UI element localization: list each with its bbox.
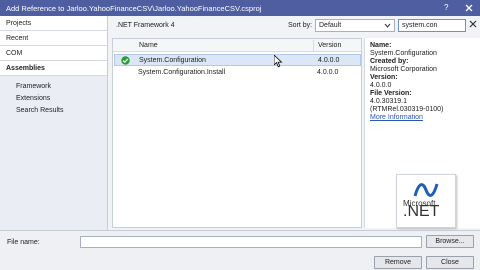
main-panel: .NET Framework 4 Sort by: Default system… xyxy=(108,16,480,230)
sort-by-label: Sort by: xyxy=(288,22,313,29)
assembly-version: 4.0.0.0 xyxy=(318,57,340,64)
help-button[interactable]: ? xyxy=(444,3,448,12)
file-name-input[interactable] xyxy=(80,236,422,248)
sidebar-item-recent[interactable]: Recent xyxy=(0,31,107,46)
mouse-cursor-icon xyxy=(274,55,283,68)
dotnet-wave-icon xyxy=(413,183,439,197)
file-version-build: (RTMRel.030319-0100) xyxy=(370,106,444,113)
sort-by-dropdown[interactable]: Default xyxy=(315,19,395,32)
more-information-link[interactable]: More Information xyxy=(370,114,480,122)
category-sidebar: Projects Recent COM Assemblies Framework… xyxy=(0,16,108,230)
name-value: System.Configuration xyxy=(370,50,437,57)
logo-product: .NET xyxy=(403,203,440,220)
search-input-value: system.con xyxy=(402,22,438,29)
sidebar-subitem-framework[interactable]: Framework xyxy=(16,83,51,90)
assembly-name: System.Configuration xyxy=(139,57,206,64)
file-version-label: File Version: xyxy=(370,90,412,97)
version-label: Version: xyxy=(370,74,398,81)
details-pane: Name: System.Configuration Created by: M… xyxy=(364,38,480,228)
title-bar: Add Reference to Jarloo.YahooFinanceCSV\… xyxy=(0,0,480,16)
sort-by-value: Default xyxy=(319,22,342,29)
assembly-version: 4.0.0.0 xyxy=(317,69,339,76)
name-label: Name: xyxy=(370,42,392,49)
sidebar-item-com[interactable]: COM xyxy=(0,46,107,61)
browse-button[interactable]: Browse... xyxy=(426,235,474,248)
assembly-name: System.Configuration.Install xyxy=(138,69,226,76)
clear-search-icon[interactable] xyxy=(469,20,477,28)
file-name-label: File name: xyxy=(7,239,40,246)
close-icon[interactable] xyxy=(463,2,475,14)
sidebar-subitem-extensions[interactable]: Extensions xyxy=(16,95,50,102)
file-version-value: 4.0.30319.1 xyxy=(370,98,407,105)
chevron-down-icon xyxy=(384,23,391,28)
dotnet-logo: Microsoft .NET xyxy=(396,174,456,228)
checked-icon[interactable] xyxy=(121,56,130,65)
version-value: 4.0.0.0 xyxy=(370,82,392,89)
table-row[interactable]: System.Configuration.Install 4.0.0.0 xyxy=(114,67,361,79)
framework-label: .NET Framework 4 xyxy=(116,22,175,29)
window-title: Add Reference to Jarloo.YahooFinanceCSV\… xyxy=(6,4,262,13)
created-by-label: Created by: xyxy=(370,58,409,65)
column-header-name[interactable]: Name xyxy=(139,42,158,49)
close-button[interactable]: Close xyxy=(426,256,474,269)
created-by-value: Microsoft Corporation xyxy=(370,66,437,73)
column-header-version[interactable]: Version xyxy=(318,42,341,49)
footer: File name: Browse... Remove Close xyxy=(0,230,480,270)
sidebar-subitem-search-results[interactable]: Search Results xyxy=(16,107,63,114)
sidebar-item-projects[interactable]: Projects xyxy=(0,16,107,31)
column-header-row: Name Version xyxy=(113,39,361,52)
column-divider xyxy=(313,40,314,51)
remove-button[interactable]: Remove xyxy=(374,256,422,269)
search-input[interactable]: system.con xyxy=(398,19,466,32)
assembly-list: Name Version System.Configuration 4.0.0.… xyxy=(112,38,362,228)
table-row[interactable]: System.Configuration 4.0.0.0 xyxy=(114,54,361,66)
toolbar: .NET Framework 4 Sort by: Default system… xyxy=(108,16,480,36)
sidebar-item-assemblies[interactable]: Assemblies xyxy=(0,61,107,76)
